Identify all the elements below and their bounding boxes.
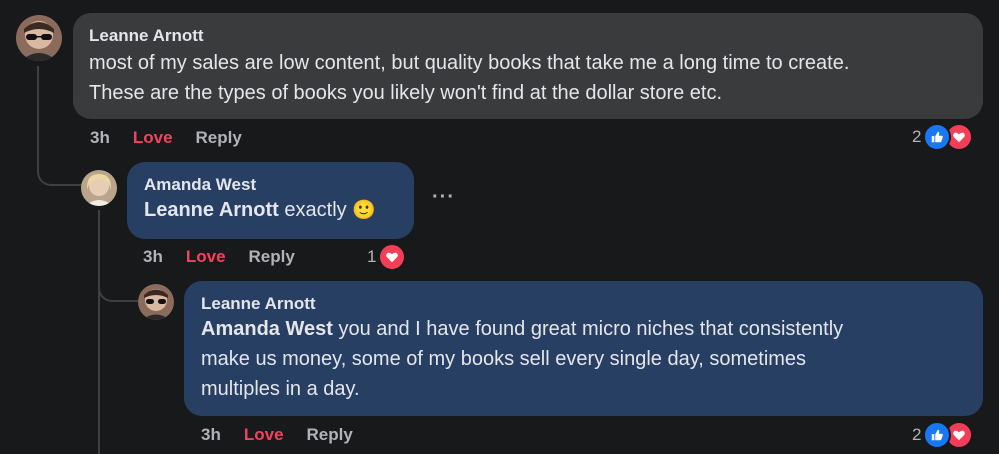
comment-actions: 3h Love Reply: [201, 425, 376, 445]
comment-text-line: Amanda West you and I have found great m…: [201, 314, 966, 344]
smile-emoji-icon: 🙂: [352, 200, 376, 221]
love-icon: [378, 243, 407, 271]
comment-text: Amanda West you and I have found great m…: [201, 314, 966, 404]
reaction-summary[interactable]: 1: [367, 243, 407, 271]
comment-text-span: you and I have found great micro niches …: [332, 318, 844, 340]
comment-actions: 3h Love Reply: [143, 247, 318, 267]
thread-connector: [37, 150, 83, 186]
reply-button[interactable]: Reply: [249, 247, 295, 267]
comment-text-line: multiples in a day.: [201, 378, 360, 400]
mention-link[interactable]: Amanda West: [201, 318, 333, 340]
timestamp[interactable]: 3h: [90, 128, 110, 148]
reaction-count: 2: [912, 127, 922, 146]
comment-author[interactable]: Leanne Arnott: [201, 294, 966, 314]
love-button[interactable]: Love: [133, 128, 173, 148]
more-options-icon[interactable]: ···: [432, 186, 455, 209]
avatar[interactable]: [81, 170, 117, 206]
like-icon: [923, 123, 952, 151]
comment-text-line: These are the types of books you likely …: [89, 82, 723, 104]
reaction-summary[interactable]: 2: [912, 123, 974, 151]
comment-bubble: Amanda West Leanne Arnott exactly 🙂: [127, 162, 414, 239]
avatar[interactable]: [16, 15, 62, 61]
comment-thread: Leanne Arnott most of my sales are low c…: [0, 0, 999, 454]
reaction-summary[interactable]: 2: [912, 421, 974, 449]
comment-bubble: Leanne Arnott most of my sales are low c…: [73, 13, 983, 119]
comment-author[interactable]: Leanne Arnott: [89, 26, 967, 46]
thread-connector: [98, 270, 138, 302]
comment-text-line: most of my sales are low content, but qu…: [89, 52, 850, 74]
timestamp[interactable]: 3h: [143, 247, 163, 267]
comment-text-line: make us money, some of my books sell eve…: [201, 348, 807, 370]
reply-button[interactable]: Reply: [196, 128, 242, 148]
like-icon: [923, 421, 952, 449]
comment-author[interactable]: Amanda West: [144, 175, 397, 195]
reaction-count: 2: [912, 425, 922, 444]
comment-bubble: Leanne Arnott Amanda West you and I have…: [184, 281, 983, 416]
comment-text: most of my sales are low content, but qu…: [89, 48, 967, 108]
comment-text-span: exactly: [278, 199, 353, 221]
thread-line: [98, 210, 100, 454]
timestamp[interactable]: 3h: [201, 425, 221, 445]
mention-link[interactable]: Leanne Arnott: [144, 199, 279, 221]
reply-button[interactable]: Reply: [307, 425, 353, 445]
love-button[interactable]: Love: [244, 425, 284, 445]
comment-actions: 3h Love Reply: [90, 128, 265, 148]
comment-text: Leanne Arnott exactly 🙂: [144, 195, 397, 226]
avatar[interactable]: [138, 284, 174, 320]
love-button[interactable]: Love: [186, 247, 226, 267]
reaction-count: 1: [367, 247, 377, 266]
